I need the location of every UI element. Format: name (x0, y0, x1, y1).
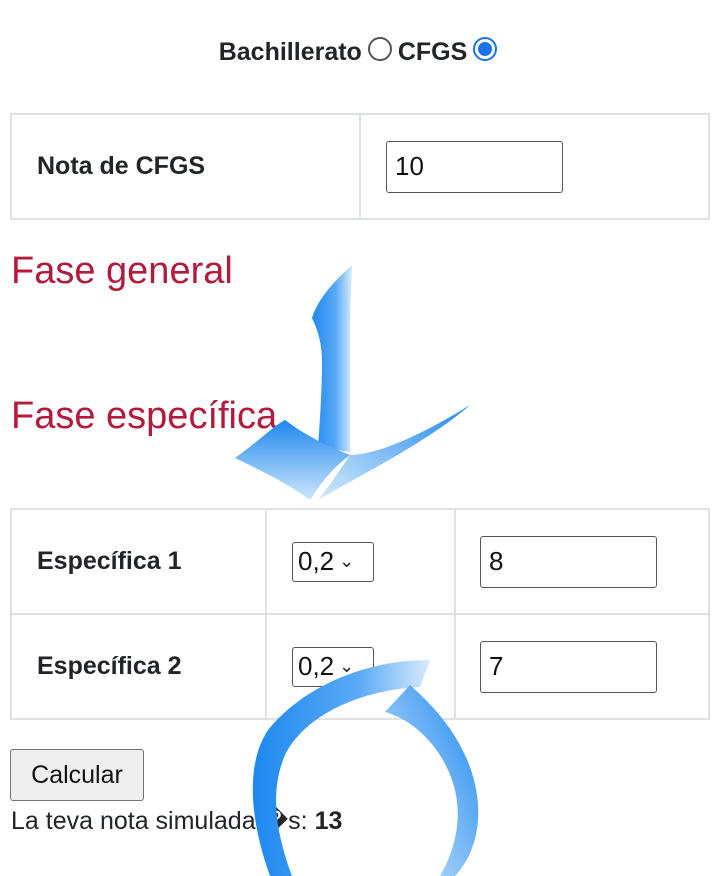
cfgs-grade-input[interactable]: 10 (386, 140, 563, 193)
specific-table: Específica 1 0,2 ⌄ 8 Específica 2 0,2 ⌄ … (10, 508, 710, 720)
specific-2-weight-select[interactable]: 0,2 ⌄ (292, 646, 374, 687)
specific-1-weight-select[interactable]: 0,2 ⌄ (292, 541, 374, 582)
chevron-down-icon: ⌄ (339, 551, 355, 571)
cfgs-table: Nota de CFGS 10 (10, 113, 710, 220)
specific-2-label: Específica 2 (10, 613, 267, 720)
specific-phase-heading: Fase específica (11, 395, 278, 437)
specific-1-weight-value: 0,2 (298, 546, 335, 576)
result-text: La teva nota simulada �s: 13 (11, 806, 342, 836)
arrow-down-icon (312, 265, 352, 452)
specific-2-grade-input[interactable]: 7 (480, 640, 657, 693)
result-prefix: La teva nota simulada �s: (11, 807, 308, 835)
cfgs-radio[interactable] (473, 37, 498, 61)
table-row: Nota de CFGS 10 (10, 113, 710, 220)
cfgs-grade-label: Nota de CFGS (10, 113, 361, 220)
table-row: Específica 2 0,2 ⌄ 7 (10, 613, 710, 720)
calculate-button[interactable]: Calcular (10, 749, 144, 801)
table-row: Específica 1 0,2 ⌄ 8 (10, 508, 710, 615)
result-value: 13 (314, 807, 343, 835)
general-phase-heading: Fase general (11, 250, 233, 292)
specific-1-label: Específica 1 (10, 508, 267, 615)
bachillerato-label: Bachillerato (218, 37, 362, 66)
specific-1-grade-input[interactable]: 8 (480, 535, 657, 588)
cfgs-label: CFGS (397, 37, 468, 66)
specific-2-weight-value: 0,2 (298, 651, 335, 681)
bachillerato-radio[interactable] (367, 37, 392, 61)
study-type-selector: Bachillerato CFGS (0, 30, 720, 74)
chevron-down-icon: ⌄ (339, 656, 355, 676)
arrow-head-right-icon (318, 405, 470, 500)
